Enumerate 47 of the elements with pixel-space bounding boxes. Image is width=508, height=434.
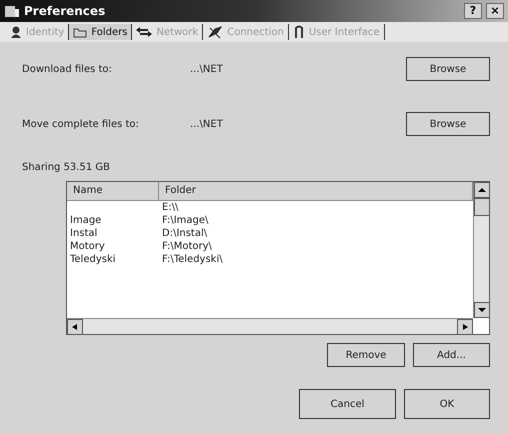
name-cell-text: Motory bbox=[69, 240, 106, 253]
ok-button[interactable]: OK bbox=[404, 389, 490, 419]
scroll-thumb[interactable] bbox=[474, 198, 490, 216]
pen-icon bbox=[292, 25, 305, 39]
column-header[interactable]: Name bbox=[67, 182, 159, 200]
name-cell-text: Image bbox=[69, 214, 102, 227]
path-value: ...\NET bbox=[190, 118, 224, 130]
browse-button[interactable]: Browse bbox=[406, 57, 490, 81]
person-icon bbox=[10, 26, 22, 38]
window-title: Preferences bbox=[24, 4, 106, 18]
folder-cell-text: F:\Teledyski\ bbox=[161, 253, 224, 266]
folder-cell-text: E:\\ bbox=[161, 201, 180, 214]
app-icon bbox=[4, 4, 20, 18]
horizontal-scrollbar[interactable] bbox=[67, 318, 473, 334]
arrows-icon bbox=[136, 27, 152, 37]
scroll-down-button[interactable] bbox=[474, 302, 490, 318]
folder-icon bbox=[73, 26, 88, 38]
folder-row[interactable]: Image F:\Image\ bbox=[67, 214, 473, 227]
scroll-left-button[interactable] bbox=[67, 319, 83, 335]
down-arrow-icon bbox=[478, 307, 486, 313]
folder-cell-text: D:\Instal\ bbox=[161, 227, 208, 240]
name-cell-text: Teledyski bbox=[69, 253, 117, 266]
browse-button[interactable]: Browse bbox=[406, 112, 490, 136]
name-cell-text: Instal bbox=[69, 227, 98, 240]
folder-row[interactable]: E:\\ bbox=[67, 201, 473, 214]
left-arrow-icon bbox=[71, 324, 79, 330]
path-label: Move complete files to: bbox=[22, 118, 140, 130]
folder-cell-text: F:\Image\ bbox=[161, 214, 210, 227]
tab[interactable]: Folders bbox=[69, 24, 132, 40]
folder-row[interactable]: Motory F:\Motory\ bbox=[67, 240, 473, 253]
path-label: Download files to: bbox=[22, 64, 113, 74]
cancel-button[interactable]: Cancel bbox=[299, 389, 396, 419]
add-button[interactable]: Add... bbox=[413, 343, 490, 367]
help-button[interactable]: ? bbox=[464, 3, 482, 19]
close-button[interactable]: × bbox=[486, 3, 504, 19]
sharing-text: Sharing 53.51 GB bbox=[22, 162, 111, 173]
folder-row[interactable]: Instal D:\Instal\ bbox=[67, 227, 473, 240]
tool-icon bbox=[207, 25, 224, 39]
right-arrow-icon bbox=[461, 324, 469, 330]
folder-cell-text: F:\Motory\ bbox=[161, 240, 213, 253]
scroll-up-button[interactable] bbox=[474, 182, 490, 198]
remove-button[interactable]: Remove bbox=[327, 343, 405, 367]
up-arrow-icon bbox=[478, 187, 486, 193]
path-value: ...\NET bbox=[190, 64, 224, 74]
folder-row[interactable]: Teledyski F:\Teledyski\ bbox=[67, 253, 473, 266]
scroll-right-button[interactable] bbox=[457, 319, 473, 335]
vertical-scrollbar[interactable] bbox=[473, 182, 489, 318]
